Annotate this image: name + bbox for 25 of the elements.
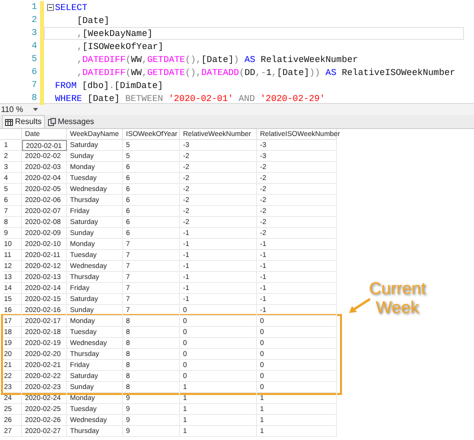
collapse-icon[interactable] (46, 4, 54, 11)
document-icon (48, 118, 56, 126)
arrow-icon (348, 297, 372, 315)
line-number: 7 (30, 78, 38, 92)
line-number: 5 (30, 52, 38, 66)
code-line: SELECT (44, 1, 90, 14)
code-line: ,DATEDIFF(WW,GETDATE(),[Date]) AS RelativeWeekNumber (76, 54, 359, 66)
zoom-level[interactable]: 110 % (0, 104, 26, 116)
line-number: 1 (30, 0, 38, 14)
code-line: ,[ISOWeekOfYear] (76, 41, 164, 53)
code-line: [Date] (76, 15, 110, 27)
caret-icon[interactable] (33, 108, 38, 111)
line-number: 8 (30, 92, 38, 105)
tab[interactable]: Messages (46, 115, 96, 128)
line-number: 4 (30, 40, 38, 53)
line-number: 6 (30, 66, 38, 79)
line-number: 3 (30, 26, 38, 40)
grid-icon (5, 118, 13, 126)
code-line: ,DATEDIFF(WW,GETDATE(),DATEADD(DD,-1,[Date])) AS RelativeISOWeekNumber (76, 67, 456, 79)
code-line: WHERE [Date] BETWEEN '2020-02-01' AND '2020-02-29' (54, 93, 326, 105)
tab[interactable]: Results (2, 115, 45, 128)
line-number: 2 (30, 14, 38, 27)
annotation-label: Current (369, 279, 426, 298)
annotation-label: Week (374, 298, 420, 317)
code-line: FROM [dbo].[DimDate] (54, 80, 164, 92)
